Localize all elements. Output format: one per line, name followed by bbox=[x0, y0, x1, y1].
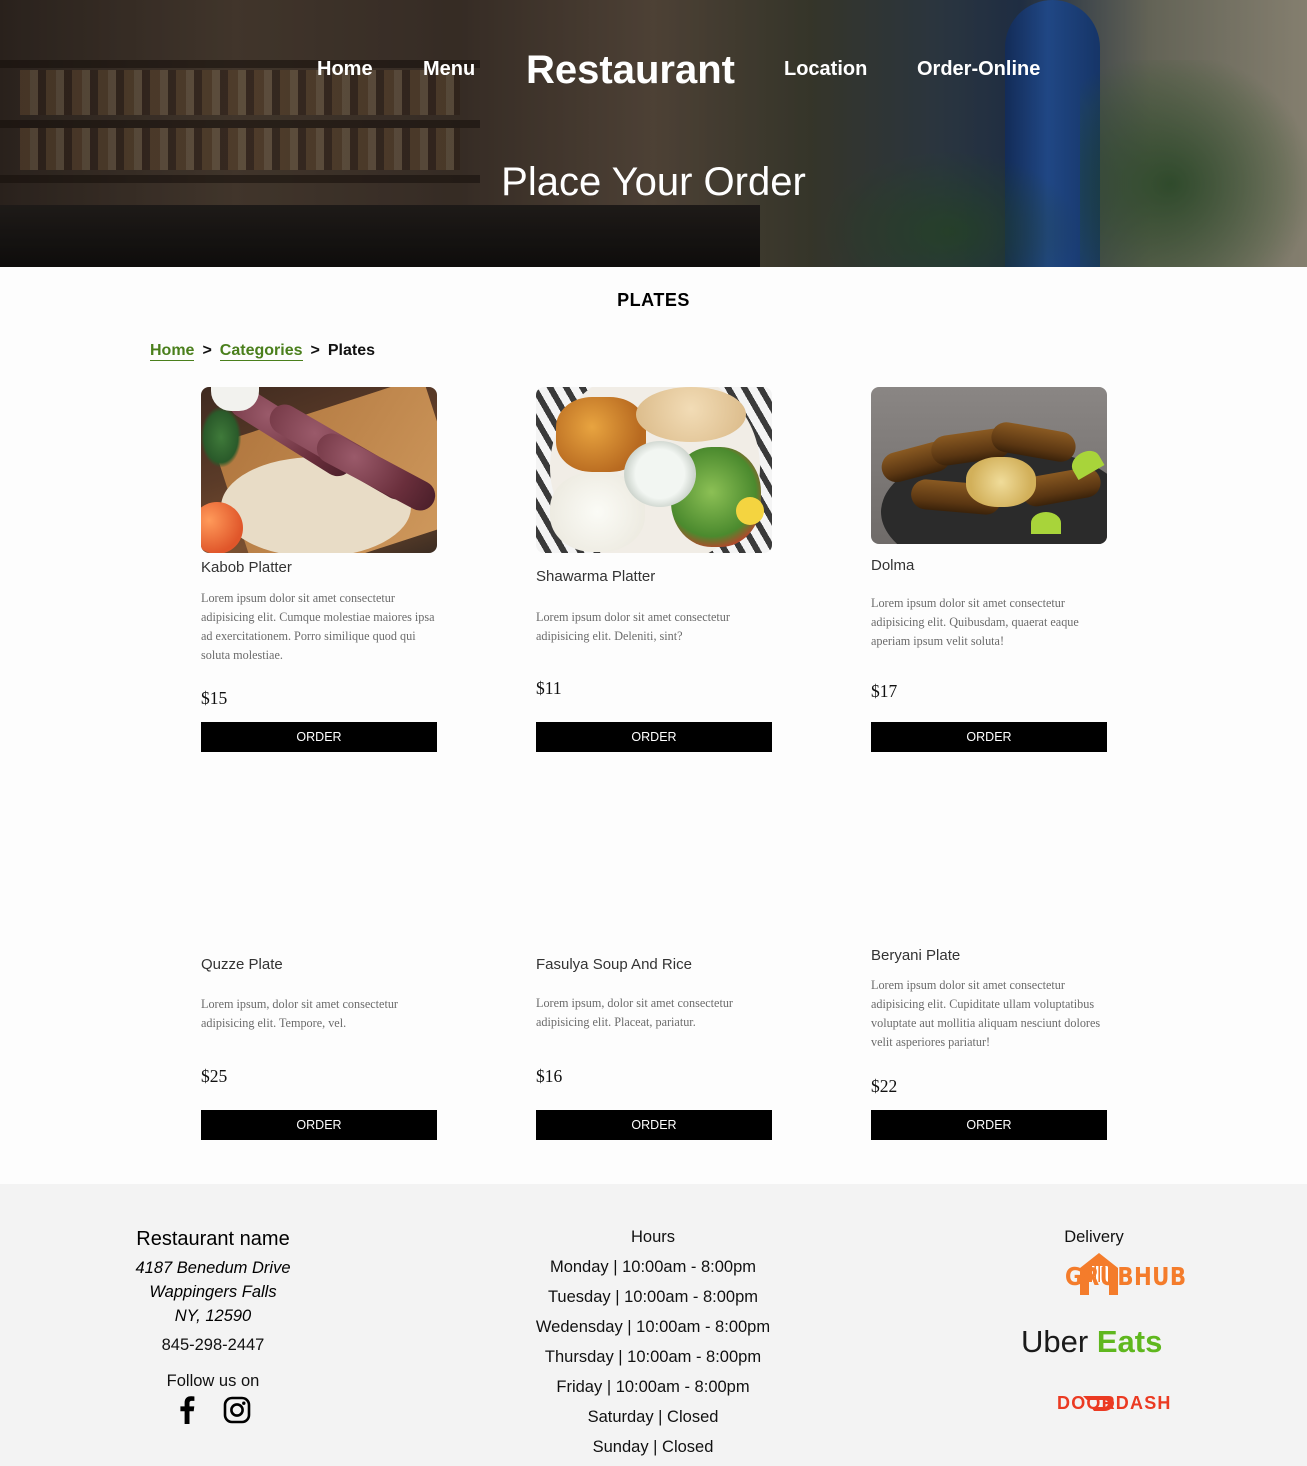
ubereats-wordmark-eats: Eats bbox=[1096, 1324, 1163, 1359]
item-price: $25 bbox=[201, 1066, 228, 1086]
hero-overlay bbox=[0, 0, 1307, 267]
breadcrumb: Home > Categories > Plates bbox=[150, 342, 375, 361]
hours-row: Sunday | Closed bbox=[592, 1438, 714, 1456]
hours-row: Thursday | 10:00am - 8:00pm bbox=[544, 1348, 762, 1366]
hours-row: Friday | 10:00am - 8:00pm bbox=[556, 1378, 750, 1396]
brand-logo-link[interactable]: Restaurant bbox=[526, 48, 735, 93]
footer-follow-label: Follow us on bbox=[166, 1372, 260, 1390]
hero-title: Place Your Order bbox=[501, 160, 806, 204]
item-description: Lorem ipsum dolor sit amet consectetur a… bbox=[871, 596, 1079, 648]
instagram-icon[interactable] bbox=[223, 1396, 251, 1424]
item-description: Lorem ipsum dolor sit amet consectetur a… bbox=[871, 978, 1101, 1049]
hours-row: Wedensday | 10:00am - 8:00pm bbox=[535, 1318, 771, 1336]
menu-item-card: Shawarma Platter Lorem ipsum dolor sit a… bbox=[536, 387, 772, 752]
order-button[interactable]: ORDER bbox=[871, 722, 1107, 752]
item-price: $15 bbox=[201, 688, 228, 708]
footer-address-line: Wappingers Falls bbox=[149, 1283, 277, 1301]
kabob-platter-image bbox=[201, 387, 437, 553]
facebook-icon[interactable] bbox=[179, 1396, 195, 1424]
doordash-wordmark: DOORDASH bbox=[1057, 1393, 1172, 1413]
item-description: Lorem ipsum dolor sit amet consectetur a… bbox=[536, 610, 730, 643]
grubhub-link[interactable]: GRUBHUB bbox=[1019, 1252, 1186, 1298]
order-button[interactable]: ORDER bbox=[201, 1110, 437, 1140]
nav-menu-link[interactable]: Menu bbox=[423, 58, 475, 81]
footer-address-line: NY, 12590 bbox=[174, 1307, 252, 1325]
item-price: $22 bbox=[871, 1076, 898, 1096]
doordash-link[interactable]: DOORDASH bbox=[1019, 1392, 1179, 1416]
hours-row: Saturday | Closed bbox=[587, 1408, 719, 1426]
breadcrumb-separator: > bbox=[202, 342, 212, 359]
item-name: Beryani Plate bbox=[871, 947, 961, 964]
order-button[interactable]: ORDER bbox=[536, 722, 772, 752]
grubhub-wordmark: GRUBHUB bbox=[1065, 1262, 1187, 1291]
main-nav: Home Menu Restaurant Location Order-Onli… bbox=[0, 46, 1307, 96]
menu-item-card: Kabob Platter Lorem ipsum dolor sit amet… bbox=[201, 387, 437, 752]
nav-home-link[interactable]: Home bbox=[317, 58, 373, 81]
shawarma-platter-image bbox=[536, 387, 772, 553]
nav-location-link[interactable]: Location bbox=[784, 58, 867, 81]
dolma-image bbox=[871, 387, 1107, 544]
item-description: Lorem ipsum, dolor sit amet consectetur … bbox=[536, 996, 733, 1029]
hours-row: Monday | 10:00am - 8:00pm bbox=[549, 1258, 757, 1276]
breadcrumb-separator: > bbox=[310, 342, 320, 359]
order-button[interactable]: ORDER bbox=[536, 1110, 772, 1140]
item-price: $17 bbox=[871, 681, 898, 701]
breadcrumb-categories-link[interactable]: Categories bbox=[219, 342, 303, 361]
ubereats-wordmark-uber: Uber bbox=[1021, 1324, 1089, 1359]
item-name: Quzze Plate bbox=[201, 956, 283, 973]
section-title: PLATES bbox=[617, 290, 690, 310]
footer-hours-title: Hours bbox=[630, 1228, 675, 1246]
footer-delivery-title: Delivery bbox=[1064, 1228, 1124, 1246]
footer-address-line: 4187 Benedum Drive bbox=[135, 1259, 291, 1277]
footer-phone: 845-298-2447 bbox=[161, 1336, 265, 1354]
item-price: $16 bbox=[536, 1066, 563, 1086]
footer-restaurant-name: Restaurant name bbox=[136, 1228, 290, 1250]
breadcrumb-current: Plates bbox=[327, 342, 375, 359]
footer: Restaurant name 4187 Benedum Drive Wappi… bbox=[0, 1184, 1307, 1466]
order-button[interactable]: ORDER bbox=[201, 722, 437, 752]
hours-row: Tuesday | 10:00am - 8:00pm bbox=[547, 1288, 759, 1306]
item-description: Lorem ipsum dolor sit amet consectetur a… bbox=[201, 591, 435, 662]
social-links bbox=[177, 1396, 257, 1428]
item-name: Dolma bbox=[871, 557, 915, 574]
menu-item-card: Dolma Lorem ipsum dolor sit amet consect… bbox=[871, 387, 1107, 752]
item-price: $11 bbox=[536, 678, 562, 698]
item-description: Lorem ipsum, dolor sit amet consectetur … bbox=[201, 997, 398, 1030]
ubereats-link[interactable]: Uber Eats bbox=[1021, 1324, 1162, 1360]
order-button[interactable]: ORDER bbox=[871, 1110, 1107, 1140]
nav-order-online-link[interactable]: Order-Online bbox=[917, 58, 1040, 81]
breadcrumb-home-link[interactable]: Home bbox=[150, 342, 195, 361]
hero-banner: Home Menu Restaurant Location Order-Onli… bbox=[0, 0, 1307, 267]
item-name: Kabob Platter bbox=[201, 559, 292, 576]
item-name: Shawarma Platter bbox=[536, 568, 656, 585]
item-name: Fasulya Soup And Rice bbox=[536, 956, 692, 973]
